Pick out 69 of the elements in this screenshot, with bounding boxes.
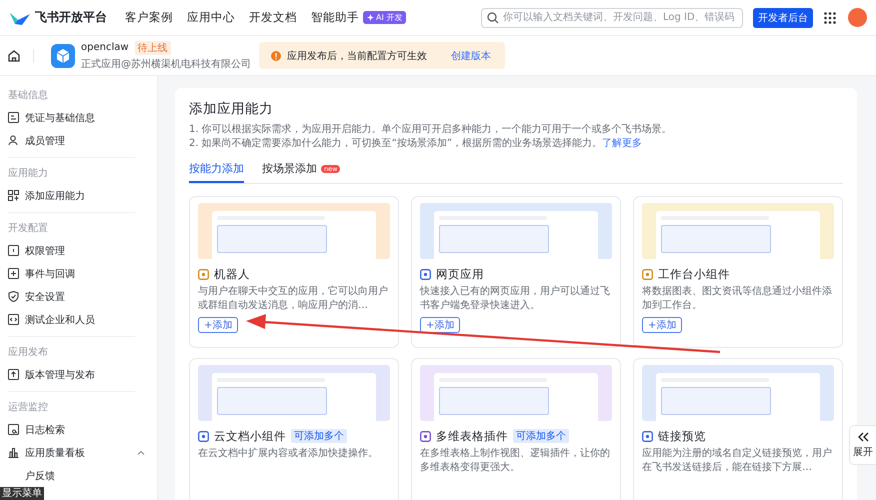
section-title: 开发配置: [8, 222, 49, 236]
sidebar-item[interactable]: 应用质量看板: [8, 441, 135, 464]
notice-text: 应用发布后，当前配置方可生效: [287, 50, 427, 62]
sidebar-item[interactable]: 日志检索: [8, 418, 135, 441]
search-icon: [487, 12, 499, 24]
capability-description: 应用能为注册的域名自定义链接预览，用户在飞书发送链接后，能在链接下方展…: [642, 447, 833, 475]
section-title: 基础信息: [8, 88, 49, 103]
double-chevron-icon: [857, 432, 869, 442]
code-box-icon: [8, 314, 19, 325]
document-search-icon: [8, 424, 19, 435]
nav-link[interactable]: 客户案例: [125, 10, 173, 25]
capability-title: 网页应用: [436, 266, 484, 282]
capability-description: 与用户在聊天中交互的应用，它可以向用户或群组自动发送消息，响应用户的消…: [198, 285, 389, 313]
section-title: 应用发布: [8, 346, 49, 360]
add-button[interactable]: +添加: [198, 317, 238, 333]
home-icon[interactable]: [7, 48, 21, 62]
nav-link[interactable]: 应用中心: [187, 10, 235, 25]
capability-title: 链接预览: [658, 428, 706, 444]
sidebar-item[interactable]: 安全设置: [8, 285, 135, 308]
sidebar-item[interactable]: 版本管理与发布: [8, 363, 135, 386]
learn-more-link[interactable]: 了解更多: [602, 138, 642, 149]
multiple-badge: 可添加多个: [291, 429, 347, 443]
capability-title: 工作台小组件: [658, 266, 730, 282]
id-card-icon: [8, 112, 19, 123]
sidebar-item[interactable]: 测试企业和人员: [8, 308, 135, 331]
upload-box-icon: [8, 369, 19, 380]
logo-text[interactable]: 飞书开放平台: [35, 9, 107, 26]
section-title: 运营监控: [8, 400, 49, 415]
instruction-text: 1. 你可以根据实际需求，为应用开启能力。单个应用可开启多种能力，一个能力可用于一个或多个飞书场景。: [189, 123, 673, 137]
grid-plus-icon: [8, 190, 19, 201]
multiple-badge: 可添加多个: [513, 429, 569, 443]
nav-link[interactable]: 智能助手: [311, 10, 359, 25]
capability-description: 在多维表格上制作视图、逻辑插件，让你的多维表格变得更强大。: [420, 447, 611, 475]
sidebar-item[interactable]: 凭证与基础信息: [8, 106, 135, 129]
shield-check-icon: [8, 291, 19, 302]
warning-icon: [271, 50, 281, 60]
sidebar-item[interactable]: 事件与回调: [8, 262, 135, 285]
capability-description: 在云文档中扩展内容或者添加快捷操作。: [198, 447, 379, 461]
avatar[interactable]: [848, 8, 867, 27]
section-title: 应用能力: [8, 166, 49, 181]
instruction-text: 2. 如果尚不确定需要添加什么能力，可切换至“按场景添加”，根据所需的业务场景选择能力。了解更多: [189, 137, 644, 151]
app-cube-icon: [51, 44, 75, 68]
bar-chart-icon: [8, 447, 19, 458]
nav-link[interactable]: 开发文档: [249, 10, 297, 25]
capability-description: 将数据图表、图文资讯等信息通过小组件添加到工作台。: [642, 285, 833, 313]
apps-grid-icon[interactable]: [824, 12, 836, 24]
sidebar-item[interactable]: 户反馈: [8, 464, 135, 487]
create-version-link[interactable]: 创建版本: [451, 48, 491, 62]
sidebar-item[interactable]: 权限管理: [8, 239, 135, 262]
person-icon: [8, 135, 19, 146]
tooltip: 显示菜单: [0, 487, 44, 500]
capability-title: 多维表格插件: [436, 428, 508, 444]
sidebar-item[interactable]: 成员管理: [8, 129, 135, 152]
page-title: 添加应用能力: [189, 100, 274, 118]
expand-button[interactable]: 展开: [849, 425, 876, 465]
capability-title: 机器人: [214, 266, 250, 282]
add-button[interactable]: +添加: [420, 317, 460, 333]
capability-title: 云文档小组件: [214, 428, 286, 444]
capability-description: 快速接入已有的网页应用，用户可以通过飞书客户端免登录快速进入。: [420, 285, 611, 313]
plus-box-icon: [8, 268, 19, 279]
developer-console-button[interactable]: 开发者后台: [753, 8, 813, 28]
ai-badge: AI 开发: [363, 11, 406, 24]
add-button[interactable]: +添加: [642, 317, 682, 333]
tab[interactable]: 按能力添加: [189, 161, 244, 183]
sidebar-item[interactable]: 添加应用能力: [8, 184, 135, 207]
sparkle-icon: [367, 14, 374, 21]
app-name: openclaw: [81, 42, 129, 53]
app-subtitle: 正式应用@苏州横渠机电科技有限公司: [81, 58, 251, 70]
status-tag: 待上线: [134, 40, 171, 54]
